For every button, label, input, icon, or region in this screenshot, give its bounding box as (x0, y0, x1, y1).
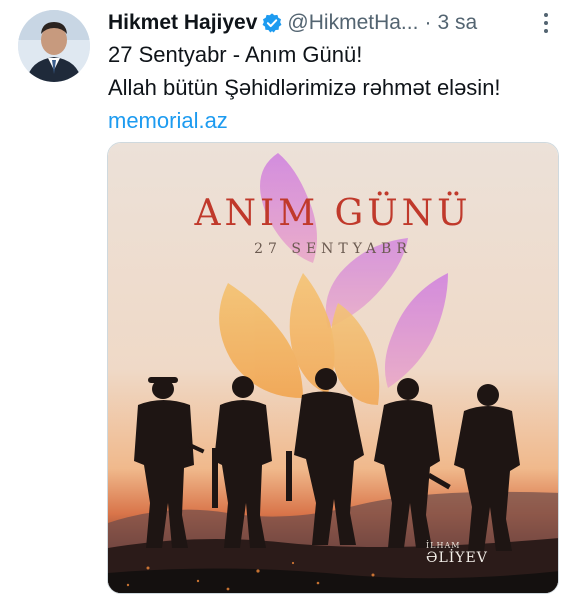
tweet-text-line: Allah bütün Şəhidlərimizə rəhmət eləsin! (108, 75, 501, 100)
media-title: ANIM GÜNÜ (194, 193, 472, 234)
signature-first-name: İLHAM (426, 541, 461, 550)
tweet-text-line: 27 Sentyabr - Anım Günü! (108, 42, 363, 67)
tweet-media-image[interactable]: ANIM GÜNÜ 27 SENTYABR İLHAM ƏLİYEV (107, 142, 559, 594)
tweet-text: 27 Sentyabr - Anım Günü! Allah bütün Şəh… (108, 38, 558, 137)
author-display-name[interactable]: Hikmet Hajiyev (108, 11, 257, 35)
signature-surname: ƏLİYEV (426, 550, 488, 566)
separator-dot: · (424, 11, 432, 34)
tweet-link[interactable]: memorial.az (108, 104, 558, 137)
verified-badge-icon (261, 12, 283, 34)
tweet-header: Hikmet Hajiyev @HikmetHa... · 3 sa (108, 8, 558, 38)
more-options-icon[interactable] (534, 10, 558, 36)
avatar[interactable] (18, 10, 90, 82)
media-subtitle: 27 SENTYABR (254, 241, 412, 257)
author-handle[interactable]: @HikmetHa... (287, 11, 418, 35)
tweet-card[interactable]: Hikmet Hajiyev @HikmetHa... · 3 sa 27 Se… (0, 0, 576, 606)
tweet-timestamp[interactable]: 3 sa (437, 11, 477, 35)
